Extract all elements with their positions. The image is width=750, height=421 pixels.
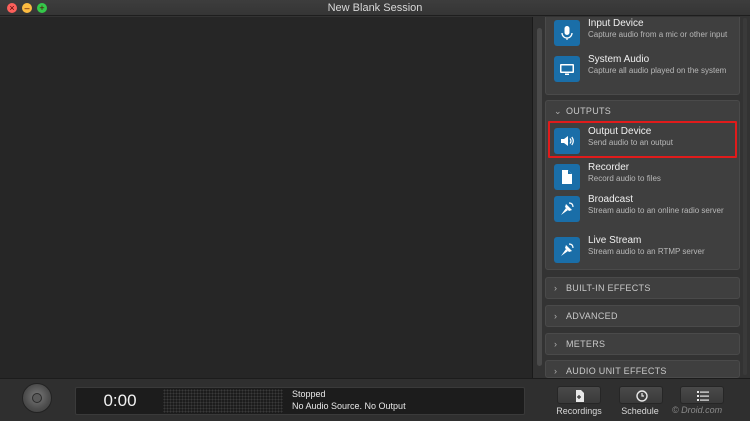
chevron-down-icon: ⌄ bbox=[554, 106, 562, 116]
list-button[interactable] bbox=[680, 386, 724, 404]
status-state: Stopped bbox=[292, 389, 326, 399]
advanced-header: › ADVANCED bbox=[554, 308, 618, 324]
clock-icon bbox=[636, 390, 648, 402]
recordings-button[interactable] bbox=[557, 386, 601, 404]
microphone-icon bbox=[554, 20, 580, 46]
elapsed-time: 0:00 bbox=[103, 391, 137, 410]
output-item-broadcast[interactable]: Broadcast Stream audio to an online radi… bbox=[554, 194, 734, 228]
source-item-input-device[interactable]: Input Device Capture audio from a mic or… bbox=[554, 18, 734, 52]
status-detail: No Audio Source. No Output bbox=[292, 401, 406, 411]
section-audio-unit-effects[interactable]: › AUDIO UNIT EFFECTS bbox=[545, 360, 740, 378]
outputs-section-header[interactable]: ⌄ OUTPUTS bbox=[554, 103, 611, 119]
broadcast-icon bbox=[554, 196, 580, 222]
power-button[interactable] bbox=[22, 383, 52, 413]
audio-unit-effects-label: AUDIO UNIT EFFECTS bbox=[566, 366, 667, 376]
schedule-label: Schedule bbox=[621, 406, 659, 416]
section-built-in-effects[interactable]: › BUILT-IN EFFECTS bbox=[545, 277, 740, 299]
live-stream-icon bbox=[554, 237, 580, 263]
session-canvas[interactable] bbox=[0, 17, 533, 378]
chevron-right-icon: › bbox=[554, 311, 558, 321]
output-desc: Stream audio to an online radio server bbox=[588, 206, 724, 215]
chevron-right-icon: › bbox=[554, 366, 558, 376]
chevron-right-icon: › bbox=[554, 283, 558, 293]
output-name: Live Stream bbox=[588, 235, 642, 246]
highlight-box bbox=[548, 121, 737, 158]
source-desc: Capture audio from a mic or other input bbox=[588, 30, 728, 39]
file-icon bbox=[554, 164, 580, 190]
source-name: System Audio bbox=[588, 54, 650, 65]
built-in-effects-header: › BUILT-IN EFFECTS bbox=[554, 280, 651, 296]
output-item-live-stream[interactable]: Live Stream Stream audio to an RTMP serv… bbox=[554, 235, 734, 269]
recordings-icon bbox=[576, 390, 584, 402]
source-item-system-audio[interactable]: System Audio Capture all audio played on… bbox=[554, 54, 734, 88]
source-name: Input Device bbox=[588, 18, 644, 29]
output-name: Recorder bbox=[588, 162, 630, 173]
window-title: New Blank Session bbox=[327, 2, 423, 14]
output-item-recorder[interactable]: Recorder Record audio to files bbox=[554, 162, 734, 196]
recordings-label: Recordings bbox=[556, 406, 602, 416]
output-name: Broadcast bbox=[588, 194, 634, 205]
power-icon bbox=[32, 393, 42, 403]
chevron-right-icon: › bbox=[554, 339, 558, 349]
monitor-icon bbox=[554, 56, 580, 82]
app-window: × – + New Blank Session Input Device Cap… bbox=[0, 0, 750, 421]
meters-label: METERS bbox=[566, 339, 606, 349]
built-in-effects-label: BUILT-IN EFFECTS bbox=[566, 283, 651, 293]
sources-panel: Input Device Capture audio from a mic or… bbox=[545, 17, 740, 95]
outputs-header-label: OUTPUTS bbox=[566, 106, 612, 116]
advanced-label: ADVANCED bbox=[566, 311, 618, 321]
audio-unit-effects-header: › AUDIO UNIT EFFECTS bbox=[554, 363, 667, 379]
output-desc: Record audio to files bbox=[588, 174, 661, 183]
level-meter bbox=[163, 389, 283, 413]
section-advanced[interactable]: › ADVANCED bbox=[545, 305, 740, 327]
watermark: © Droid.com bbox=[672, 405, 723, 415]
section-meters[interactable]: › METERS bbox=[545, 333, 740, 355]
sidebar-scrollbar[interactable] bbox=[743, 18, 747, 375]
source-desc: Capture all audio played on the system bbox=[588, 66, 727, 75]
schedule-button[interactable] bbox=[619, 386, 663, 404]
list-icon bbox=[697, 391, 709, 401]
canvas-scrollbar[interactable] bbox=[537, 28, 542, 366]
meters-header: › METERS bbox=[554, 336, 605, 352]
output-desc: Stream audio to an RTMP server bbox=[588, 247, 705, 256]
